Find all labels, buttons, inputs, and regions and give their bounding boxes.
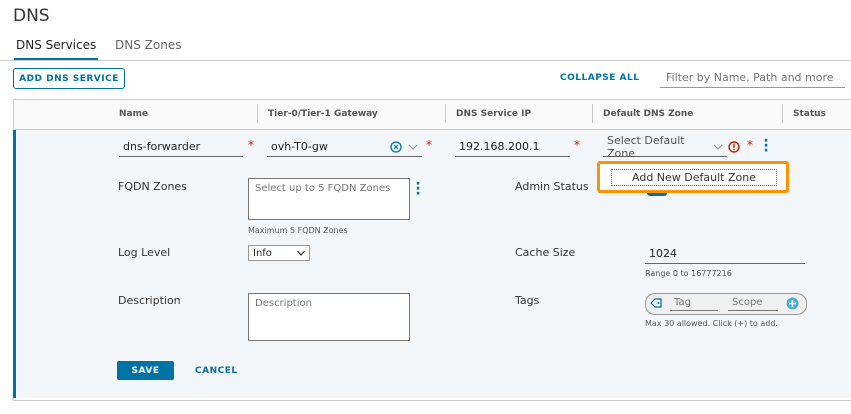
admin-status-label: Admin Status bbox=[515, 180, 589, 193]
name-input[interactable] bbox=[119, 137, 243, 157]
column-header-name[interactable]: Name bbox=[119, 109, 148, 119]
chevron-down-icon bbox=[297, 250, 305, 256]
scope-input[interactable] bbox=[728, 295, 778, 311]
clear-icon[interactable] bbox=[390, 140, 402, 153]
gateway-select[interactable]: ovh-T0-gw bbox=[267, 137, 422, 157]
tab-dns-zones[interactable]: DNS Zones bbox=[115, 38, 181, 52]
collapse-all-button[interactable]: COLLAPSE ALL bbox=[560, 73, 640, 83]
column-header-gateway[interactable]: Tier-0/Tier-1 Gateway bbox=[268, 109, 378, 119]
column-separator[interactable] bbox=[445, 104, 446, 123]
fqdn-hint: Maximum 5 FQDN Zones bbox=[248, 226, 348, 235]
required-marker: * bbox=[426, 138, 432, 152]
column-separator[interactable] bbox=[592, 104, 593, 123]
default-zone-placeholder: Select Default Zone bbox=[607, 133, 685, 160]
tab-divider bbox=[0, 60, 851, 61]
chevron-down-icon[interactable] bbox=[408, 143, 418, 151]
column-header-default-zone[interactable]: Default DNS Zone bbox=[603, 109, 693, 119]
column-separator[interactable] bbox=[257, 104, 258, 123]
chevron-down-icon[interactable] bbox=[713, 143, 723, 151]
tag-input[interactable] bbox=[670, 295, 718, 311]
required-marker: * bbox=[747, 138, 753, 152]
gateway-value: ovh-T0-gw bbox=[271, 140, 328, 153]
tags-label: Tags bbox=[515, 294, 540, 307]
tag-icon bbox=[650, 298, 662, 308]
fqdn-zones-label: FQDN Zones bbox=[118, 180, 187, 193]
column-separator[interactable] bbox=[782, 104, 783, 123]
add-new-default-zone-option[interactable]: Add New Default Zone bbox=[611, 169, 777, 186]
page-title: DNS bbox=[13, 6, 50, 26]
more-options-icon[interactable]: · · · bbox=[763, 134, 769, 158]
row-selection-accent bbox=[13, 130, 16, 398]
error-icon bbox=[728, 141, 740, 153]
cache-size-hint: Range 0 to 16777216 bbox=[645, 269, 732, 278]
description-label: Description bbox=[118, 294, 181, 307]
service-ip-input[interactable] bbox=[455, 137, 570, 157]
save-button[interactable]: SAVE bbox=[117, 361, 174, 380]
column-header-status[interactable]: Status bbox=[793, 109, 826, 119]
cancel-button[interactable]: CANCEL bbox=[195, 366, 238, 376]
required-marker: * bbox=[574, 138, 580, 152]
cache-size-input[interactable] bbox=[645, 244, 805, 264]
fqdn-more-options-icon[interactable]: · · · bbox=[415, 177, 421, 201]
default-zone-select[interactable]: Select Default Zone bbox=[603, 133, 727, 160]
add-tag-icon[interactable] bbox=[786, 297, 799, 310]
column-header-service-ip[interactable]: DNS Service IP bbox=[456, 109, 531, 119]
cache-size-label: Cache Size bbox=[515, 246, 576, 259]
log-level-value: Info bbox=[253, 247, 272, 259]
required-marker: * bbox=[248, 138, 254, 152]
tags-hint: Max 30 allowed. Click (+) to add. bbox=[645, 319, 778, 328]
tab-dns-services[interactable]: DNS Services bbox=[14, 38, 99, 61]
log-level-select[interactable]: Info bbox=[248, 245, 310, 261]
fqdn-zones-input[interactable]: Select up to 5 FQDN Zones bbox=[248, 178, 410, 220]
add-dns-service-button[interactable]: ADD DNS SERVICE bbox=[13, 68, 125, 89]
filter-input[interactable] bbox=[660, 68, 845, 88]
log-level-label: Log Level bbox=[118, 246, 171, 259]
tab-label: DNS Services bbox=[16, 38, 97, 52]
description-input[interactable]: Description bbox=[248, 293, 410, 341]
